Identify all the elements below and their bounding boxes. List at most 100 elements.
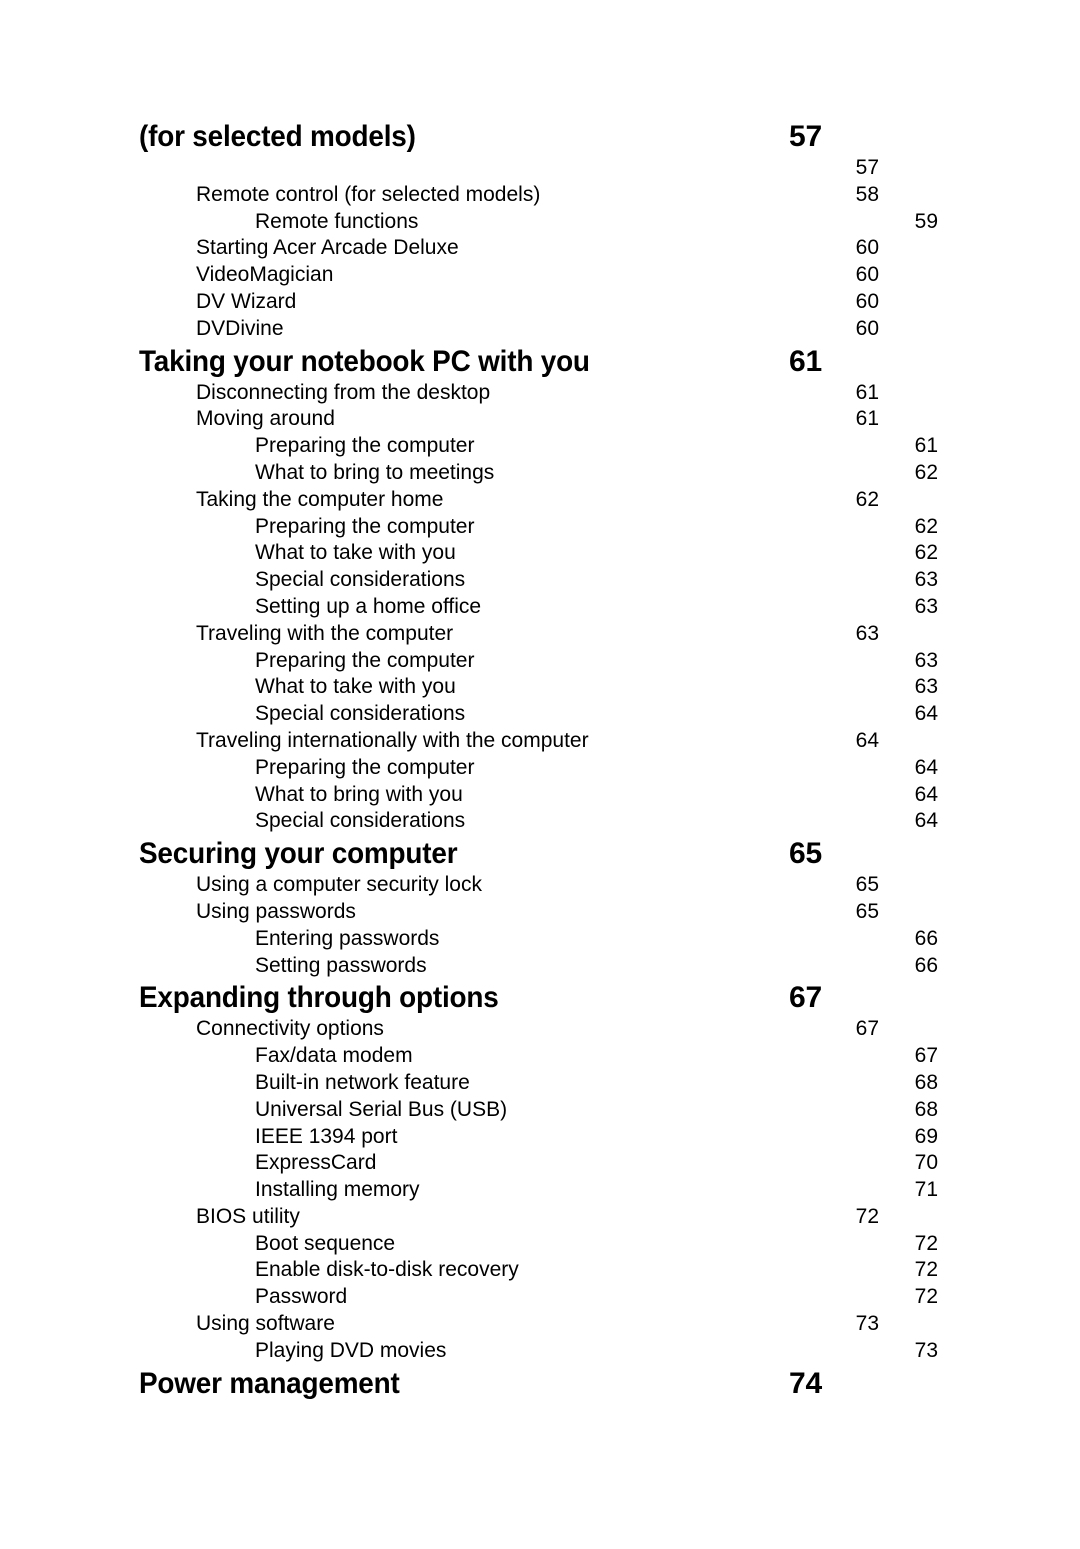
toc-entry-row[interactable]: Fax/data modem 67 [139, 1043, 938, 1070]
toc-entry-row[interactable]: Special considerations 63 [139, 567, 938, 594]
toc-entry-label: BIOS utility [196, 1204, 300, 1228]
toc-entry-label: Using a computer security lock [196, 873, 482, 897]
toc-entry-row[interactable]: What to bring to meetings 62 [139, 460, 938, 487]
toc-entry-row[interactable]: ExpressCard 70 [139, 1150, 938, 1177]
toc-chapter-title: (for selected models) [139, 120, 416, 153]
toc-entry-page-number: 65 [855, 899, 879, 923]
toc-entry-row[interactable]: Disconnecting from the desktop 61 [139, 380, 879, 407]
toc-entry-label: Setting passwords [255, 953, 427, 977]
toc-entry-label: Moving around [196, 407, 335, 431]
toc-entry-row[interactable]: Preparing the computer 63 [139, 648, 938, 675]
toc-chapter-page-number: 61 [789, 344, 822, 378]
toc-entry-page-number: 63 [914, 594, 938, 618]
toc-entry-row[interactable]: Installing memory 71 [139, 1177, 938, 1204]
toc-entry-page-number: 73 [914, 1338, 938, 1362]
toc-entry-label: Disconnecting from the desktop [196, 380, 491, 404]
toc-entry-row[interactable]: Using a computer security lock 65 [139, 872, 879, 899]
toc-entry-page-number: 64 [914, 755, 938, 779]
toc-entry-page-number: 57 [855, 156, 879, 179]
toc-entry-page-number: 60 [855, 263, 879, 287]
toc-entry-page-number: 66 [914, 926, 938, 950]
toc-entry-row[interactable]: What to take with you 62 [139, 540, 938, 567]
toc-entry-row[interactable]: IEEE 1394 port 69 [139, 1124, 938, 1151]
toc-entry-row[interactable]: Special considerations 64 [139, 808, 938, 835]
toc-entry-page-number: 62 [855, 487, 879, 511]
toc-entry-page-number: 63 [855, 621, 879, 645]
toc-entry-row[interactable]: Using software 73 [139, 1311, 879, 1338]
toc-entry-page-number: 68 [914, 1097, 938, 1121]
toc-entry-row[interactable]: Entering passwords 66 [139, 926, 938, 953]
toc-entry-page-number: 62 [914, 460, 938, 484]
table-of-contents-page: (for selected models) 57 57 Remote control … [0, 0, 1080, 1549]
toc-entry-row[interactable]: Enable disk-to-disk recovery 72 [139, 1257, 938, 1284]
toc-chapter-row[interactable]: Expanding through options 67 [139, 979, 822, 1016]
toc-entry-label: DV Wizard [196, 289, 297, 313]
toc-entry-row[interactable]: BIOS utility 72 [139, 1204, 879, 1231]
toc-entry-row[interactable]: Playing DVD movies 73 [139, 1338, 938, 1365]
toc-chapter-page-number: 67 [789, 981, 822, 1015]
toc-entry-row[interactable]: Preparing the computer 62 [139, 514, 938, 541]
toc-entry-page-number: 60 [855, 236, 879, 260]
toc-entry-page-number: 64 [914, 809, 938, 833]
toc-entry-label: Traveling internationally with the compu… [196, 728, 589, 752]
toc-entry-page-number: 63 [914, 675, 938, 699]
toc-entry-row[interactable]: Traveling with the computer 63 [139, 621, 879, 648]
toc-entry-row[interactable]: What to take with you 63 [139, 674, 938, 701]
toc-entry-page-number: 73 [855, 1312, 879, 1336]
toc-entry-row[interactable]: Remote control (for selected models) 58 [139, 182, 879, 209]
toc-chapter-title: Securing your computer [139, 837, 458, 871]
toc-chapter-title: Expanding through options [139, 981, 499, 1015]
toc-entry-page-number: 61 [855, 407, 879, 431]
toc-entry-label: Using passwords [196, 899, 356, 923]
toc-entry-label: What to take with you [255, 541, 456, 565]
toc-entry-row[interactable]: Built-in network feature 68 [139, 1070, 938, 1097]
toc-entry-label: Preparing the computer [255, 434, 475, 458]
toc-entry-page-number: 58 [855, 182, 879, 206]
toc-entry-row[interactable]: Taking the computer home 62 [139, 487, 879, 514]
toc-entry-page-number: 64 [855, 728, 879, 752]
toc-chapter-row[interactable]: Power management 74 [139, 1365, 822, 1402]
toc-chapter-row[interactable]: Securing your computer 65 [139, 835, 822, 872]
toc-entry-row[interactable]: Starting Acer Arcade Deluxe 60 [139, 235, 879, 262]
toc-entry-page-number: 67 [855, 1017, 879, 1041]
toc-entry-page-number: 72 [914, 1285, 938, 1309]
toc-entry-row[interactable]: Traveling internationally with the compu… [139, 728, 879, 755]
toc-entry-row[interactable]: Password 72 [139, 1284, 938, 1311]
toc-entry-row[interactable]: Preparing the computer 64 [139, 755, 938, 782]
toc-entry-page-number: 72 [914, 1258, 938, 1282]
toc-entry-page-number: 65 [855, 873, 879, 897]
toc-entry-label: Built-in network feature [255, 1070, 470, 1094]
toc-entry-row[interactable]: Using passwords 65 [139, 899, 879, 926]
toc-entry-row[interactable]: Connectivity options 67 [139, 1016, 879, 1043]
toc-entry-label: Using software [196, 1312, 335, 1336]
toc-entry-page-number: 67 [914, 1044, 938, 1068]
toc-entry-label: Connectivity options [196, 1017, 384, 1041]
toc-entry-label: Traveling with the computer [196, 621, 454, 645]
toc-entry-row[interactable]: VideoMagician 60 [139, 262, 879, 289]
toc-entry-row[interactable]: Preparing the computer 61 [139, 433, 938, 460]
toc-entry-label: DVDivine [196, 316, 284, 340]
toc-entry-page-number: 63 [914, 648, 938, 672]
toc-entry-row[interactable]: Special considerations 64 [139, 701, 938, 728]
toc-entry-label: IEEE 1394 port [255, 1124, 398, 1148]
toc-entry-label: What to bring to meetings [255, 460, 495, 484]
toc-entry-row[interactable]: What to bring with you 64 [139, 782, 938, 809]
toc-entry-label: Special considerations [255, 702, 466, 726]
toc-entry-row[interactable]: Universal Serial Bus (USB) 68 [139, 1097, 938, 1124]
toc-entry-label: VideoMagician [196, 263, 334, 287]
toc-entry-label: Setting up a home office [255, 594, 482, 618]
toc-chapter-page-number: 57 [789, 120, 822, 153]
toc-entry-label: Preparing the computer [255, 755, 475, 779]
toc-entry-row[interactable]: Remote functions 59 [139, 209, 938, 236]
toc-entry-row[interactable]: 57 [139, 155, 879, 182]
toc-entry-row[interactable]: DVDivine 60 [139, 316, 879, 343]
toc-entry-row[interactable]: Moving around 61 [139, 406, 879, 433]
toc-entry-row[interactable]: Setting up a home office 63 [139, 594, 938, 621]
toc-entry-label: What to bring with you [255, 782, 463, 806]
toc-chapter-row[interactable]: Taking your notebook PC with you 61 [139, 343, 822, 380]
toc-entry-row[interactable]: DV Wizard 60 [139, 289, 879, 316]
toc-entry-row[interactable]: Boot sequence 72 [139, 1231, 938, 1258]
toc-entry-row[interactable]: Setting passwords 66 [139, 953, 938, 980]
toc-chapter-page-number: 74 [789, 1366, 822, 1400]
toc-chapter-row[interactable]: (for selected models) 57 [139, 118, 822, 155]
